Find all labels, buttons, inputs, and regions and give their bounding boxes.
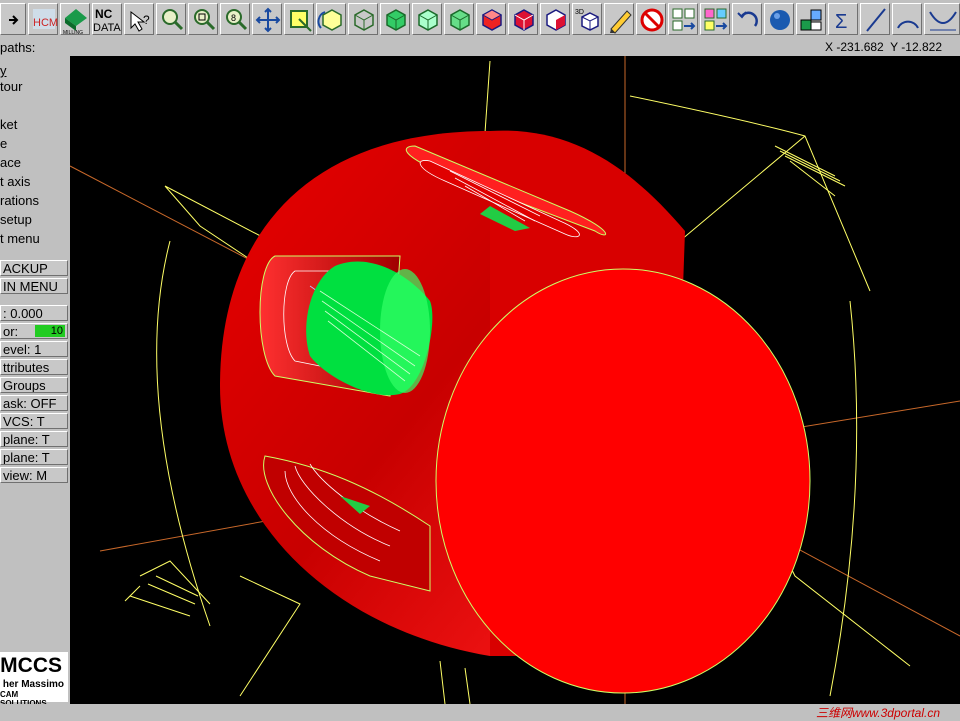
groups-button[interactable]: Groups [0, 377, 68, 393]
cursor-coordinates: X -231.682 Y -12.822 [825, 40, 942, 54]
rotate-icon[interactable] [316, 3, 346, 35]
curve-icon[interactable] [924, 3, 960, 35]
logo-name: MCCS [0, 654, 62, 677]
hcm-label: HCM [33, 17, 58, 29]
nc-mill-icon[interactable]: MILLING [60, 3, 90, 36]
layout-color-icon[interactable] [700, 3, 730, 35]
status-bar: paths: X -231.682 Y -12.822 [0, 38, 960, 56]
backup-button[interactable]: ACKUP [0, 260, 68, 276]
zoom-window-icon[interactable] [188, 3, 218, 35]
bottom-bar: 三维网www.3dportal.cn [0, 704, 960, 720]
color-swatch: 10 [35, 325, 65, 337]
mccs-logo: MCCS her Massimo CAM SOLUTIONS [0, 652, 68, 708]
svg-text:?: ? [143, 13, 150, 27]
svg-text:Σ: Σ [835, 11, 847, 33]
layout-icon[interactable] [668, 3, 698, 35]
attributes-button[interactable]: ttributes [0, 359, 68, 375]
pan-icon[interactable] [252, 3, 282, 35]
menu-item-axis[interactable]: t axis [0, 172, 70, 191]
main-menu-button[interactable]: IN MENU [0, 278, 68, 294]
cube-iso-icon[interactable] [412, 3, 442, 35]
watermark: 三维网www.3dportal.cn [815, 706, 940, 720]
line-icon[interactable] [860, 3, 890, 35]
slot-middle [259, 255, 433, 397]
nc-data-icon[interactable]: NC DATA [92, 3, 122, 35]
z-depth-button[interactable]: : 0.000 [0, 305, 68, 321]
sigma-icon[interactable]: Σ [828, 3, 858, 35]
cube-green-icon[interactable] [380, 3, 410, 35]
zoom-icon[interactable] [156, 3, 186, 35]
sidebar-menu: y tour ket e ace t axis rations setup t … [0, 56, 70, 704]
hcm-icon[interactable]: HCM [28, 3, 58, 35]
stack-icon[interactable] [796, 3, 826, 35]
viewport-canvas [70, 56, 960, 704]
nc-label: NC [95, 7, 113, 21]
arc-icon[interactable] [892, 3, 922, 35]
menu-item-setup[interactable]: setup [0, 210, 70, 229]
prompt-label: paths: [0, 40, 36, 55]
color-button[interactable]: or: 10 [0, 323, 68, 339]
wcs-button[interactable]: VCS: T [0, 413, 68, 429]
cube-red-icon[interactable] [476, 3, 506, 35]
cube-3d-icon[interactable]: 3D [572, 3, 602, 35]
menu-item-e[interactable]: e [0, 134, 70, 153]
cube-alt-icon[interactable] [444, 3, 474, 35]
toolbar: HCM MILLING NC DATA ? 8 3D Σ [0, 0, 960, 38]
gview-button[interactable]: view: M [0, 467, 68, 483]
menu-item-pocket[interactable]: ket [0, 115, 70, 134]
no-icon[interactable] [636, 3, 666, 35]
level-button[interactable]: evel: 1 [0, 341, 68, 357]
menu-item-contour[interactable]: tour [0, 77, 70, 96]
sphere-icon[interactable] [764, 3, 794, 35]
zoom-step-icon[interactable]: 8 [220, 3, 250, 35]
arrow-right-icon[interactable] [0, 3, 26, 35]
cube-white-icon[interactable] [540, 3, 570, 35]
tplane-button[interactable]: plane: T [0, 431, 68, 447]
mask-button[interactable]: ask: OFF [0, 395, 68, 411]
mill-label: MILLING [63, 30, 83, 36]
menu-item-face[interactable]: ace [0, 153, 70, 172]
data-label: DATA [93, 22, 121, 34]
logo-line1: her Massimo [2, 679, 64, 690]
cplane-button[interactable]: plane: T [0, 449, 68, 465]
undo-icon[interactable] [732, 3, 762, 35]
cube-wire-icon[interactable] [348, 3, 378, 35]
graphics-viewport[interactable] [70, 56, 960, 704]
cylinder-end-face [435, 268, 811, 694]
fit-icon[interactable] [284, 3, 314, 35]
menu-item-next-menu[interactable]: t menu [0, 229, 70, 248]
query-icon[interactable]: ? [124, 3, 154, 35]
cube-solid-icon[interactable] [508, 3, 538, 35]
svg-text:8: 8 [231, 13, 236, 23]
pencil-icon[interactable] [604, 3, 634, 35]
cube-3d-label: 3D [575, 9, 584, 16]
menu-item-operations[interactable]: rations [0, 191, 70, 210]
